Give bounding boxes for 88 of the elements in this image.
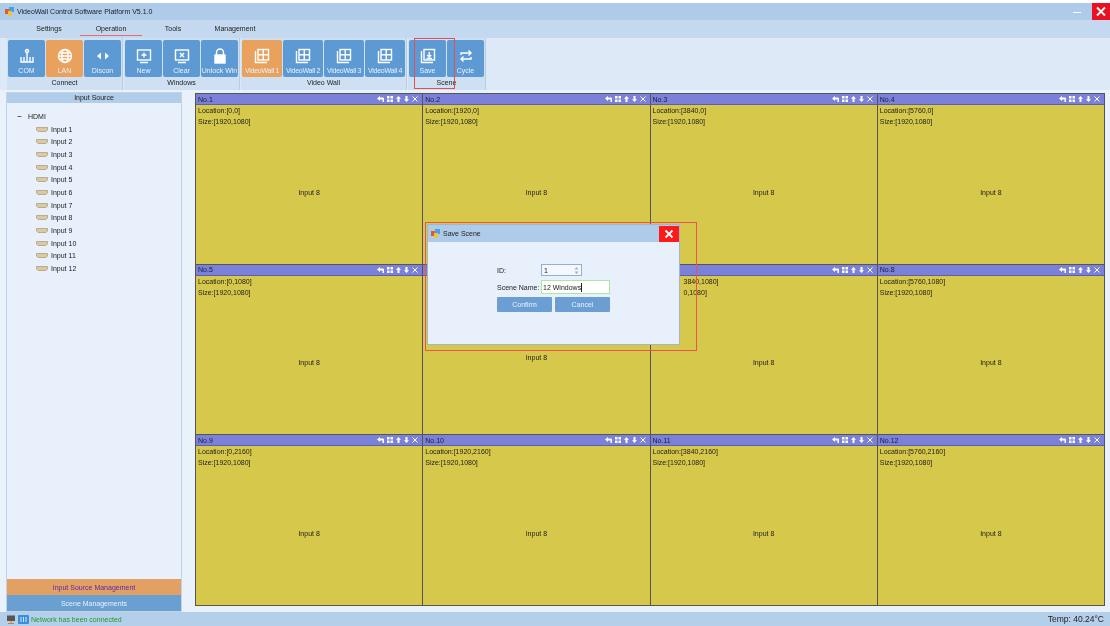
collapse-icon[interactable] [17,113,22,119]
app-icon [5,7,14,16]
arrow-up-icon[interactable] [1078,266,1083,273]
arrow-down-icon[interactable] [1086,266,1091,273]
undo-icon[interactable] [831,266,839,273]
connector-icon [36,228,48,234]
arrow-down-icon[interactable] [404,437,410,444]
arrow-down-icon[interactable] [1086,96,1091,102]
arrow-up-icon[interactable] [623,96,629,102]
grid-icon[interactable] [614,437,621,444]
close-icon[interactable] [1094,437,1100,444]
arrow-down-icon[interactable] [404,96,410,102]
grid-icon[interactable] [614,96,621,102]
add-window-icon [135,48,152,64]
undo-icon[interactable] [377,96,385,102]
lock-icon [211,48,228,64]
close-icon[interactable] [1094,266,1100,273]
grid-icon[interactable] [387,266,394,273]
arrow-down-icon[interactable] [631,96,637,102]
undo-icon[interactable] [831,96,839,102]
highlight-frame [414,38,455,89]
arrow-up-icon[interactable] [396,96,402,102]
grid-icon[interactable] [841,437,848,444]
arrow-up-icon[interactable] [623,437,629,444]
undo-icon[interactable] [831,437,839,444]
undo-icon[interactable] [1059,266,1066,273]
grid-icon[interactable] [1069,96,1075,102]
connector-icon [36,126,48,132]
connector-icon [36,215,48,221]
temperature-reading: Temp: 40.24°C [1047,614,1104,624]
close-icon[interactable] [412,266,419,273]
connector-icon [36,177,48,183]
connector-icon [36,202,48,208]
arrow-up-icon[interactable] [850,96,856,102]
connector-icon [36,266,48,272]
undo-icon[interactable] [377,437,385,444]
arrow-up-icon[interactable] [850,266,856,273]
connector-icon [36,151,48,157]
grid-icon [295,48,311,64]
spinner-arrows-icon[interactable] [574,265,579,275]
grid-icon[interactable] [387,96,394,102]
close-icon[interactable] [639,437,646,444]
clear-window-icon [173,48,190,64]
close-icon[interactable] [412,437,419,444]
save-icon [419,48,436,64]
arrow-up-icon[interactable] [850,437,856,444]
grid-icon[interactable] [841,96,848,102]
app-icon [431,229,440,238]
undo-icon[interactable] [1059,96,1066,102]
close-button[interactable] [1092,3,1110,20]
grid-icon [254,48,270,64]
close-button[interactable] [659,225,679,242]
connector-icon [36,253,48,259]
cycle-icon [457,48,474,64]
arrow-up-icon[interactable] [1078,437,1083,444]
arrow-up-icon[interactable] [396,266,402,273]
connector-icon [36,164,48,170]
close-icon[interactable] [866,437,873,444]
grid-icon [336,48,352,64]
arrow-down-icon[interactable] [631,437,637,444]
arrow-down-icon[interactable] [858,96,864,102]
undo-icon[interactable] [604,96,612,102]
arrow-down-icon[interactable] [858,266,864,273]
connector-icon [36,240,48,246]
close-icon[interactable] [866,96,873,102]
undo-icon[interactable] [604,437,612,444]
grid-icon[interactable] [841,266,848,273]
arrow-down-icon[interactable] [1086,437,1091,444]
grid-icon [377,48,393,64]
close-icon[interactable] [1094,96,1100,102]
arrow-up-icon[interactable] [396,437,402,444]
undo-icon[interactable] [1059,437,1066,444]
globe-icon [56,48,73,64]
arrow-down-icon[interactable] [404,266,410,273]
grid-icon[interactable] [1069,437,1075,444]
connector-icon [36,189,48,195]
undo-icon[interactable] [377,266,385,273]
connector-icon [36,139,48,145]
antenna-icon [18,48,35,64]
close-icon[interactable] [639,96,646,102]
grid-icon[interactable] [1069,266,1075,273]
grid-icon[interactable] [387,437,394,444]
close-icon[interactable] [412,96,419,102]
close-icon[interactable] [866,266,873,273]
arrow-down-icon[interactable] [858,437,864,444]
computer-icon [6,614,16,624]
network-icon [18,614,29,624]
arrow-up-icon[interactable] [1078,96,1083,102]
